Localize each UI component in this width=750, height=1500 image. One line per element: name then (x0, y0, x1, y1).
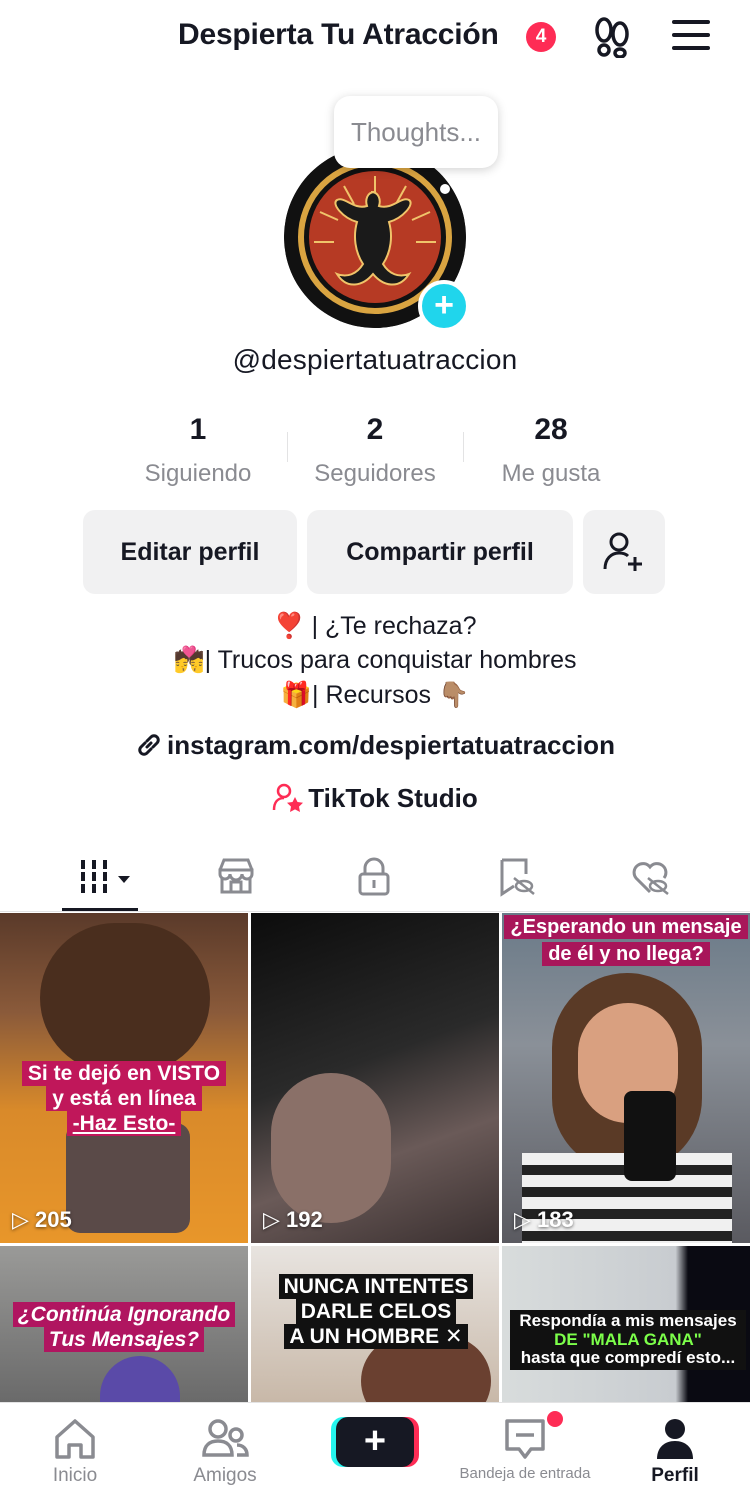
inbox-notification-dot (547, 1411, 563, 1427)
friends-icon (202, 1419, 249, 1457)
thumbnail-beanie (100, 1356, 180, 1402)
note-bubble[interactable]: Thoughts... (334, 96, 498, 168)
tab-shop[interactable] (214, 854, 258, 898)
tab-private[interactable] (352, 854, 396, 898)
profile-avatar[interactable]: + (284, 146, 470, 332)
video-thumbnail[interactable]: ▷ 192 (251, 913, 499, 1243)
video-caption: NUNCA INTENTES DARLE CELOS A UN HOMBRE ✕ (271, 1274, 481, 1350)
stat-label: Siguiendo (144, 460, 252, 487)
studio-icon (273, 783, 304, 812)
share-profile-button[interactable]: Compartir perfil (307, 510, 573, 594)
footprint-icon[interactable] (592, 16, 632, 59)
thumbnail-hand (271, 1073, 391, 1223)
create-button[interactable]: + (336, 1417, 414, 1467)
thumbnail-phone (66, 1123, 190, 1233)
stat-label: Seguidores (314, 460, 436, 487)
view-count: ▷ 205 (12, 1207, 72, 1232)
nav-label: Perfil (651, 1465, 699, 1486)
video-thumbnail[interactable]: Si te dejó en VISTO y está en línea -Haz… (0, 913, 248, 1243)
shop-icon (218, 858, 254, 894)
stat-label: Me gusta (501, 460, 601, 487)
home-icon (55, 1419, 95, 1459)
stat-following[interactable]: 1 Siguiendo (110, 410, 286, 488)
bio-line-3: 🎁| Recursos 👇🏽 (280, 681, 470, 709)
top-header: Despierta Tu Atracción 4 (0, 0, 750, 76)
nav-label: Inicio (52, 1465, 98, 1486)
bio-line-2: 💏| Trucos para conquistar hombres (173, 646, 577, 674)
tab-saved[interactable] (494, 854, 538, 898)
profile-link[interactable]: instagram.com/despiertatuatraccion (0, 730, 750, 761)
nav-profile[interactable]: Perfil (600, 1403, 750, 1500)
video-thumbnail[interactable]: ¿Esperando un mensaje de él y no llega? … (502, 913, 750, 1243)
add-user-icon (603, 532, 642, 571)
video-caption: ¿Continúa Ignorando Tus Mensajes? (8, 1302, 240, 1353)
notification-badge: 4 (526, 22, 556, 52)
stat-value: 1 (189, 413, 207, 446)
link-text: instagram.com/despiertatuatraccion (167, 730, 615, 760)
content-tabs (0, 846, 750, 912)
video-thumbnail[interactable]: Respondía a mis mensajes DE "MALA GANA" … (502, 1246, 750, 1402)
video-caption: ¿Esperando un mensaje de él y no llega? (502, 915, 750, 966)
tab-liked[interactable] (628, 854, 672, 898)
lock-icon (358, 857, 390, 896)
nav-label: Bandeja de entrada (459, 1465, 591, 1482)
add-friend-button[interactable] (583, 510, 665, 594)
stat-likes[interactable]: 28 Me gusta (463, 410, 639, 488)
username: @despiertatuatraccion (232, 344, 518, 375)
active-tab-indicator (62, 908, 138, 911)
view-count: ▷ 192 (263, 1207, 323, 1232)
video-caption: Si te dejó en VISTO y está en línea -Haz… (14, 1061, 234, 1137)
link-icon (138, 734, 160, 756)
tab-videos[interactable] (78, 854, 136, 898)
video-thumbnail[interactable]: ¿Continúa Ignorando Tus Mensajes? (0, 1246, 248, 1402)
stat-value: 28 (534, 413, 568, 446)
thumbnail-face (40, 923, 210, 1073)
bookmark-icon (500, 858, 535, 897)
bio-line-1: ❣️ | ¿Te rechaza? (273, 612, 477, 640)
bottom-navigation: Inicio Amigos + Bandeja de entrada Perfi… (0, 1402, 750, 1500)
hamburger-menu-icon[interactable] (672, 20, 712, 52)
edit-profile-button[interactable]: Editar perfil (83, 510, 297, 594)
studio-text: TikTok Studio (308, 783, 478, 813)
stat-value: 2 (366, 413, 384, 446)
nav-home[interactable]: Inicio (0, 1403, 150, 1500)
video-caption: Respondía a mis mensajes DE "MALA GANA" … (510, 1310, 746, 1371)
inbox-icon (505, 1419, 545, 1459)
account-name[interactable]: Despierta Tu Atracción (178, 18, 499, 52)
video-thumbnail[interactable]: NUNCA INTENTES DARLE CELOS A UN HOMBRE ✕ (251, 1246, 499, 1402)
view-count: ▷ 183 (514, 1207, 574, 1232)
nav-friends[interactable]: Amigos (150, 1403, 300, 1500)
thumbnail-phone (624, 1091, 676, 1181)
stat-followers[interactable]: 2 Seguidores (287, 410, 463, 488)
note-bubble-tail (440, 184, 450, 194)
tiktok-studio-link[interactable]: TikTok Studio (0, 782, 750, 814)
add-story-button[interactable]: + (418, 280, 470, 332)
nav-label: Amigos (193, 1465, 257, 1486)
videos-grid-icon (81, 860, 130, 893)
profile-icon (657, 1419, 693, 1459)
liked-heart-icon (632, 862, 669, 895)
nav-inbox[interactable]: Bandeja de entrada (450, 1403, 600, 1500)
